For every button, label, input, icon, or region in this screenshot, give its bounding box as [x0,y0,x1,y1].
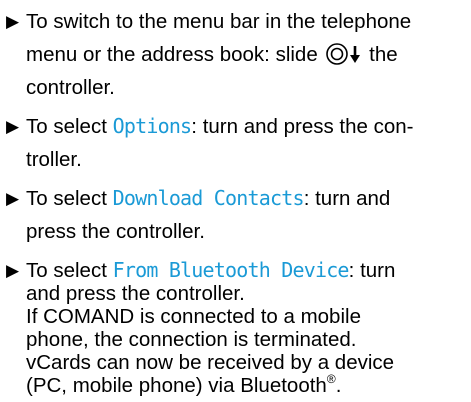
step-text-line: controller. [26,71,115,104]
step-text-line: press the controller. [26,215,205,248]
step-text: : turn and press the con- [191,115,414,138]
bullet-marker-icon: ▶ [6,189,20,208]
step-text: : turn and [303,187,391,210]
instruction-page: ▶ To switch to the menu bar in the telep… [0,0,471,400]
step-text-line: To switch to the menu bar in the telepho… [26,5,411,38]
step-text: : turn [348,259,396,282]
step-text: troller. [26,148,82,171]
bullet-marker-icon: ▶ [6,12,20,31]
step-text: To select [26,187,107,210]
step-text-line: troller. [26,143,82,176]
step-text: controller. [26,76,115,99]
menu-item-download-contacts: Download Contacts [112,186,305,210]
step-text: (PC, mobile phone) via Bluetooth [26,374,327,397]
step-text: . [335,374,342,397]
controller-slide-down-icon [325,42,363,76]
step-text-line: (PC, mobile phone) via Bluetooth®. [26,369,341,402]
menu-item-options: Options [112,114,192,138]
bullet-marker-icon: ▶ [6,261,20,280]
step-text: To select [26,115,107,138]
step-text: press the controller. [26,220,205,243]
step-text-line: To select Options: turn and press the co… [26,110,414,143]
step-text: To switch to the menu bar in the telepho… [26,10,412,33]
step-text: menu or the address book: slide [26,43,318,66]
registered-trademark-mark: ® [326,372,336,386]
step-text-line: To select Download Contacts: turn and [26,182,390,215]
step-text: the [369,43,398,66]
bullet-marker-icon: ▶ [6,117,20,136]
step-text-line: menu or the address book: slide the [26,38,398,71]
